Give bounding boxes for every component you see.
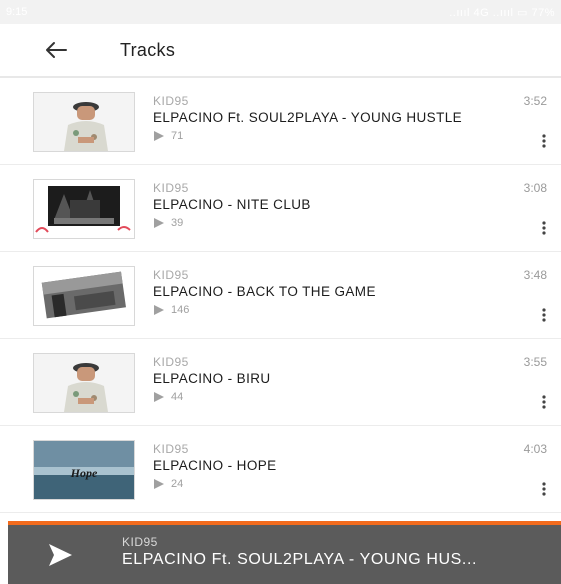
play-count-value: 146 (171, 304, 190, 316)
play-count-value: 71 (171, 130, 184, 142)
track-duration: 4:03 (523, 442, 547, 456)
more-options-button[interactable] (535, 391, 553, 413)
more-options-button[interactable] (535, 304, 553, 326)
play-count: 44 (153, 391, 183, 403)
play-count-value: 39 (171, 217, 184, 229)
track-artwork (33, 179, 135, 239)
track-artwork (33, 353, 135, 413)
more-vert-icon (542, 395, 546, 409)
track-artist: KID95 (153, 268, 189, 282)
more-vert-icon (542, 308, 546, 322)
play-icon (49, 544, 72, 566)
track-duration: 3:55 (523, 355, 547, 369)
track-row[interactable]: KID95 3:55 ELPACINO - BIRU 44 (0, 339, 561, 426)
track-list: KID95 3:52 ELPACINO Ft. SOUL2PLAYA - YOU… (0, 78, 561, 513)
track-artist: KID95 (153, 181, 189, 195)
arrow-left-icon (46, 42, 67, 58)
track-title: ELPACINO - NITE CLUB (153, 197, 311, 212)
more-vert-icon (542, 221, 546, 235)
track-row[interactable]: Hope KID95 4:03 ELPACINO - HOPE 24 (0, 426, 561, 513)
play-count: 24 (153, 478, 183, 490)
mini-player[interactable]: KID95 ELPACINO Ft. SOUL2PLAYA - YOUNG HU… (8, 521, 561, 584)
track-title: ELPACINO - BACK TO THE GAME (153, 284, 376, 299)
play-count: 146 (153, 304, 189, 316)
status-bar: 9:15 ..ıııl 4G ..ıııl ▭ 77% (0, 0, 561, 24)
play-count-icon (154, 305, 164, 315)
track-artwork: Hope (33, 440, 135, 500)
player-artist: KID95 (122, 535, 158, 549)
play-count-value: 44 (171, 391, 184, 403)
track-artist: KID95 (153, 355, 189, 369)
track-artist: KID95 (153, 94, 189, 108)
status-indicators: ..ıııl 4G ..ıııl ▭ 77% (449, 6, 555, 19)
track-duration: 3:08 (523, 181, 547, 195)
track-row[interactable]: KID95 3:52 ELPACINO Ft. SOUL2PLAYA - YOU… (0, 78, 561, 165)
play-count-icon (154, 131, 164, 141)
hope-artwork-logo: Hope (70, 466, 98, 480)
back-button[interactable] (36, 30, 76, 70)
track-row[interactable]: KID95 3:08 ELPACINO - NITE CLUB 39 (0, 165, 561, 252)
play-count-value: 24 (171, 478, 184, 490)
play-count-icon (154, 392, 164, 402)
more-options-button[interactable] (535, 217, 553, 239)
play-count: 71 (153, 130, 183, 142)
play-count-icon (154, 218, 164, 228)
track-artwork (33, 266, 135, 326)
more-vert-icon (542, 134, 546, 148)
page-title: Tracks (120, 39, 176, 60)
track-title: ELPACINO - BIRU (153, 371, 271, 386)
track-title: ELPACINO Ft. SOUL2PLAYA - YOUNG HUSTLE (153, 110, 463, 125)
track-artist: KID95 (153, 442, 189, 456)
more-options-button[interactable] (535, 478, 553, 500)
more-vert-icon (542, 482, 546, 496)
more-options-button[interactable] (535, 130, 553, 152)
track-duration: 3:48 (523, 268, 547, 282)
play-count-icon (154, 479, 164, 489)
track-artwork (33, 92, 135, 152)
player-track-title: ELPACINO Ft. SOUL2PLAYA - YOUNG HUS... (122, 551, 478, 568)
player-play-button[interactable] (44, 539, 76, 571)
track-duration: 3:52 (523, 94, 547, 108)
play-count: 39 (153, 217, 183, 229)
app-bar: Tracks (0, 24, 561, 78)
track-title: ELPACINO - HOPE (153, 458, 277, 473)
track-row[interactable]: KID95 3:48 ELPACINO - BACK TO THE GAME 1… (0, 252, 561, 339)
status-time: 9:15 (6, 6, 28, 18)
